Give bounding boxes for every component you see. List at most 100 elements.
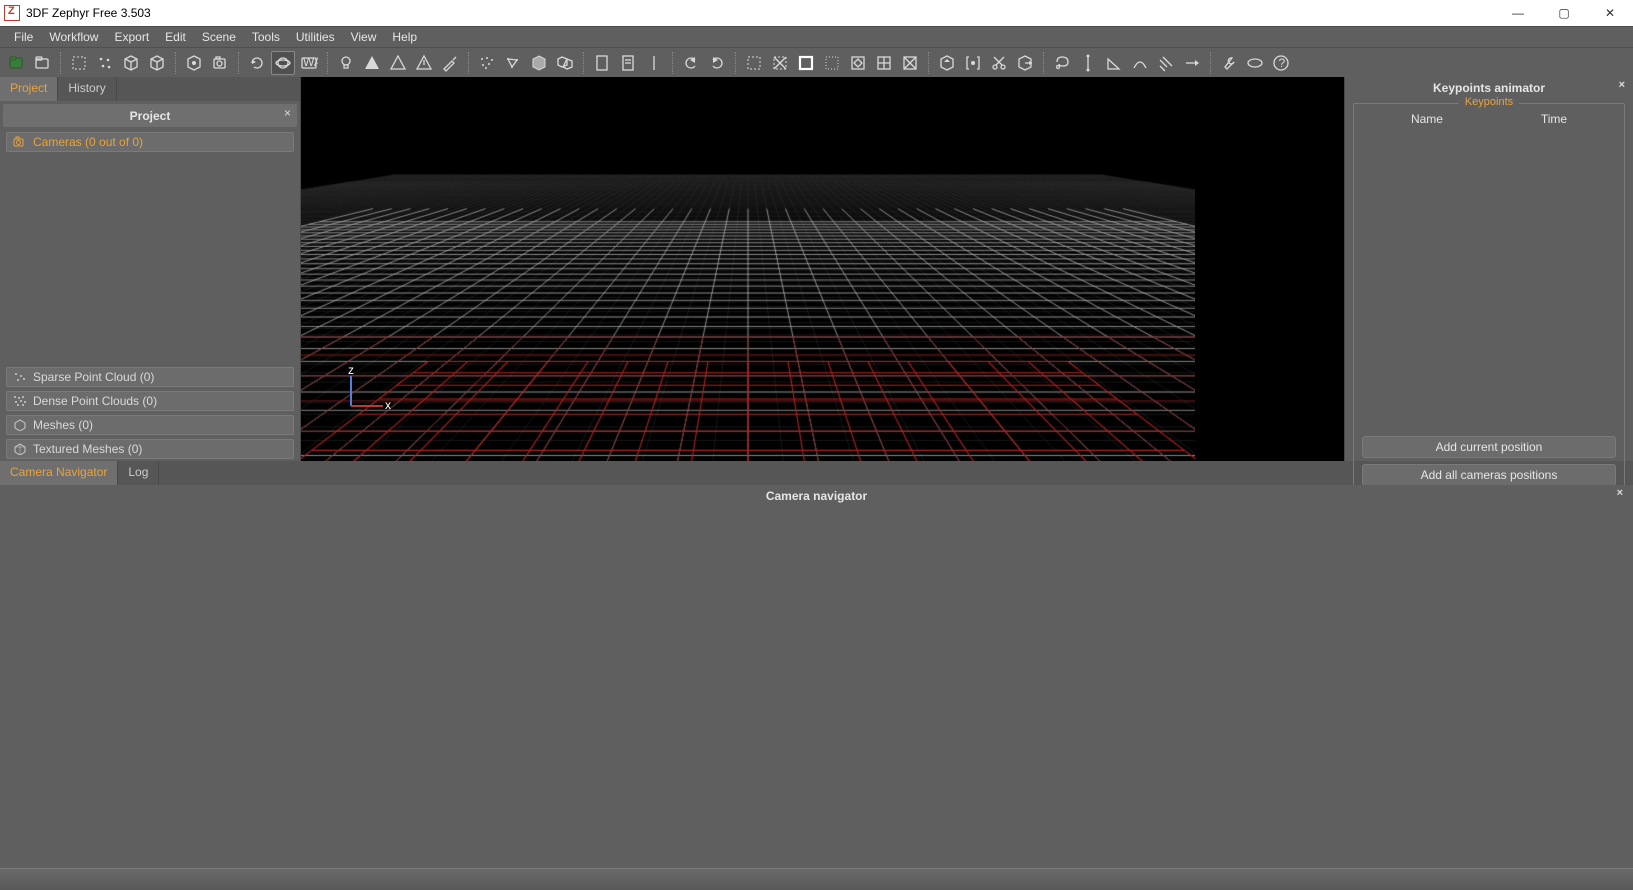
textured-mesh-icon (13, 443, 27, 455)
tree-spacer (0, 154, 300, 365)
minimize-button[interactable]: — (1495, 0, 1541, 26)
camera-navigator-panel: Camera navigator × (0, 485, 1633, 869)
cube-export-icon[interactable] (1013, 51, 1037, 75)
camera-navigator-title: Camera navigator (766, 489, 867, 503)
project-panel-title: Project (130, 109, 171, 123)
keypoints-fieldset: Keypoints Name Time Add current position… (1353, 103, 1625, 493)
dotted-box-icon[interactable] (820, 51, 844, 75)
orbit-icon[interactable] (271, 51, 295, 75)
add-current-position-button[interactable]: Add current position (1362, 436, 1616, 458)
node-dense-label: Dense Point Clouds (0) (33, 394, 157, 408)
scatter-points-icon[interactable] (475, 51, 499, 75)
node-textured-label: Textured Meshes (0) (33, 442, 142, 456)
render-box-icon[interactable] (182, 51, 206, 75)
menu-view[interactable]: View (343, 28, 385, 46)
toolbar: WASD? (0, 47, 1633, 77)
menu-scene[interactable]: Scene (194, 28, 244, 46)
tab-project[interactable]: Project (0, 77, 58, 101)
menu-workflow[interactable]: Workflow (41, 28, 106, 46)
cube-wire-icon[interactable] (145, 51, 169, 75)
menu-export[interactable]: Export (106, 28, 157, 46)
keypoints-panel-close-icon[interactable]: × (1619, 79, 1625, 91)
add-all-cameras-button[interactable]: Add all cameras positions (1362, 464, 1616, 486)
dashed-box-x-icon[interactable] (768, 51, 792, 75)
menu-help[interactable]: Help (384, 28, 425, 46)
node-meshes-label: Meshes (0) (33, 418, 93, 432)
node-dense[interactable]: Dense Point Clouds (0) (6, 391, 294, 411)
close-button[interactable]: ✕ (1587, 0, 1633, 26)
redo-icon[interactable] (705, 51, 729, 75)
menu-utilities[interactable]: Utilities (288, 28, 343, 46)
sparse-points-icon (13, 371, 27, 383)
hatch-icon[interactable] (1154, 51, 1178, 75)
dashed-box-icon[interactable] (742, 51, 766, 75)
node-sparse-label: Sparse Point Cloud (0) (33, 370, 154, 384)
menu-tools[interactable]: Tools (244, 28, 288, 46)
node-cameras[interactable]: Cameras (0 out of 0) (6, 132, 294, 152)
keypoints-col-time: Time (1541, 112, 1567, 126)
marquee-select-icon[interactable] (67, 51, 91, 75)
points-select-icon[interactable] (93, 51, 117, 75)
bold-box-icon[interactable] (794, 51, 818, 75)
node-meshes[interactable]: Meshes (0) (6, 415, 294, 435)
camera-icon[interactable] (208, 51, 232, 75)
help-icon[interactable]: ? (1269, 51, 1293, 75)
mesh-icon (13, 419, 27, 431)
wasd-nav-icon[interactable]: WASD (297, 51, 321, 75)
maximize-button[interactable]: ▢ (1541, 0, 1587, 26)
keypoints-animator-panel: Keypoints animator × Keypoints Name Time… (1344, 77, 1633, 461)
title-bar: 3DF Zephyr Free 3.503 — ▢ ✕ (0, 0, 1633, 26)
vertical-line-icon[interactable] (1076, 51, 1100, 75)
scatter-connect-icon[interactable] (501, 51, 525, 75)
tab-history[interactable]: History (58, 77, 116, 101)
node-sparse[interactable]: Sparse Point Cloud (0) (6, 367, 294, 387)
node-textured[interactable]: Textured Meshes (0) (6, 439, 294, 459)
undo-icon[interactable] (679, 51, 703, 75)
node-cameras-label: Cameras (0 out of 0) (33, 135, 143, 149)
project-panel-header: Project × (3, 104, 297, 127)
cube-multi-icon[interactable] (553, 51, 577, 75)
mask-icon[interactable] (1243, 51, 1267, 75)
open-project-icon[interactable] (30, 51, 54, 75)
page-icon[interactable] (590, 51, 614, 75)
tab-log[interactable]: Log (118, 461, 159, 485)
svg-text:?: ? (1279, 56, 1286, 70)
lasso-icon[interactable] (1050, 51, 1074, 75)
camera-navigator-body[interactable] (0, 507, 1633, 637)
refresh-icon[interactable] (245, 51, 269, 75)
page-alt-icon[interactable] (616, 51, 640, 75)
cube-solid-icon[interactable] (527, 51, 551, 75)
grid-box-icon[interactable] (872, 51, 896, 75)
new-project-icon[interactable] (4, 51, 28, 75)
diamond-box-icon[interactable] (846, 51, 870, 75)
export-bracket-icon[interactable] (961, 51, 985, 75)
wrench-icon[interactable] (1217, 51, 1241, 75)
dense-points-icon (13, 395, 27, 407)
menu-file[interactable]: File (6, 28, 41, 46)
pipe-icon[interactable] (642, 51, 666, 75)
camera-navigator-close-icon[interactable]: × (1617, 487, 1623, 499)
warning-fill-icon[interactable] (360, 51, 384, 75)
project-sidebar: Project History Project × Cameras (0 out… (0, 77, 301, 461)
cube-shaded-icon[interactable] (119, 51, 143, 75)
warning-alt-icon[interactable] (412, 51, 436, 75)
warning-outline-icon[interactable] (386, 51, 410, 75)
export-box-icon[interactable] (935, 51, 959, 75)
grid-box-x-icon[interactable] (898, 51, 922, 75)
viewport-3d[interactable]: z x (301, 77, 1344, 461)
curve-icon[interactable] (1128, 51, 1152, 75)
app-logo-icon (4, 5, 20, 21)
app-title: 3DF Zephyr Free 3.503 (26, 6, 151, 20)
arrow-right-icon[interactable] (1180, 51, 1204, 75)
svg-text:WASD: WASD (303, 55, 318, 69)
angle-icon[interactable] (1102, 51, 1126, 75)
tab-camera-navigator[interactable]: Camera Navigator (0, 461, 118, 485)
menu-edit[interactable]: Edit (157, 28, 194, 46)
menu-bar: File Workflow Export Edit Scene Tools Ut… (0, 26, 1633, 47)
light-bulb-icon[interactable] (334, 51, 358, 75)
project-panel-close-icon[interactable]: × (284, 106, 291, 120)
cut-icon[interactable] (987, 51, 1011, 75)
keypoints-list[interactable] (1362, 130, 1616, 430)
keypoints-legend: Keypoints (1459, 96, 1519, 108)
brush-icon[interactable] (438, 51, 462, 75)
